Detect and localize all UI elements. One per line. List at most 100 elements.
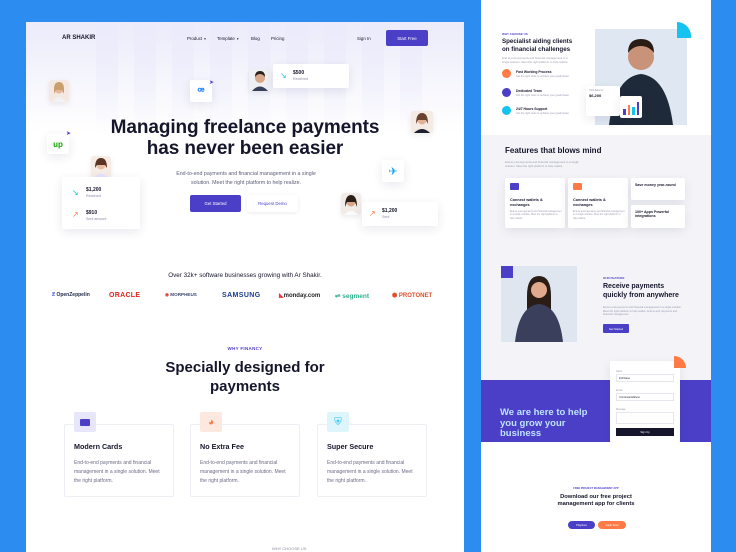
shield-icon: ⛨ — [327, 412, 349, 432]
sent-label: Sent amount — [86, 217, 107, 221]
balance-card: Total Balance $6,200 — [586, 86, 620, 116]
name-input[interactable]: Full Name — [616, 374, 674, 382]
sent-amount: $1,200 — [382, 208, 398, 214]
hero-title-line2: has never been easier — [146, 138, 344, 159]
hero-subtitle: End-to-end payments and financial manage… — [176, 171, 316, 186]
list-desc: Get the right tools to achieve your goal… — [516, 94, 570, 97]
received-card: ↘ $500 Received — [273, 64, 349, 88]
start-free-button[interactable]: Start Free — [386, 30, 428, 46]
received-amount: $500 — [293, 70, 305, 76]
decor-shape — [501, 266, 513, 278]
bg-stripe — [134, 22, 156, 132]
logo-monday: ◣monday.com — [279, 293, 321, 299]
request-demo-button[interactable]: Request Demo — [247, 195, 298, 212]
feature-desc: End-to-end payments and financial manage… — [327, 460, 413, 484]
name-label: Name — [616, 370, 623, 373]
arrow-down-icon: ↘ — [72, 188, 79, 197]
team-icon — [502, 88, 511, 97]
email-input[interactable]: Your Email Address — [616, 393, 674, 401]
section-title: Specially designed for payments — [26, 358, 464, 396]
logo-oracle: ORACLE — [109, 292, 141, 299]
feature-desc: End-to-end payments and financial manage… — [200, 460, 286, 484]
feature-title: Modern Cards — [74, 442, 123, 451]
feature-title: Super Secure — [327, 442, 374, 451]
feature-card-desc: End-to-end payments and financial manage… — [510, 210, 562, 220]
list-desc: Get the right tools to achieve your goal… — [516, 75, 570, 78]
email-label: Email — [616, 389, 622, 392]
received-label: Received — [293, 77, 308, 81]
bg-stripe — [96, 22, 118, 132]
arrow-up-icon: ↗ — [72, 210, 79, 219]
nav-template[interactable]: Template ▾ — [217, 36, 239, 41]
side-eyebrow: WHY CHOOSE US — [502, 32, 528, 36]
playstore-button[interactable]: Playstore — [568, 521, 595, 529]
sent-label: Sent — [382, 215, 390, 219]
hero-title-line1: Managing freelance payments — [110, 117, 380, 138]
arrow-up-icon: ↗ — [369, 209, 376, 218]
feature-card: ⛨ Super Secure End-to-end payments and f… — [317, 412, 427, 497]
receive-eyebrow: OUR FEATURE — [603, 276, 625, 280]
stat-text: 100+ Apps Powerful integrations — [635, 210, 670, 219]
brand-logo[interactable]: AR SHAKIR — [62, 35, 95, 41]
sign-up-button[interactable]: Sign Up — [616, 428, 674, 436]
landing-page: AR SHAKIR Product ▾ Template ▾ Blog Pricin… — [26, 22, 464, 552]
feature-title: No Extra Fee — [200, 442, 244, 451]
fast-icon — [502, 69, 511, 78]
arrow-down-icon: ↘ — [280, 71, 287, 80]
nav-pricing[interactable]: Pricing — [271, 36, 284, 41]
logo-samsung: SAMSUNG — [222, 292, 261, 299]
received-label: Received — [86, 194, 101, 198]
section-title-line1: Specially designed for — [165, 359, 325, 376]
logo-protonet-text: PROTONET — [398, 293, 433, 299]
logo-segment: ⇌ segment — [335, 293, 369, 300]
features-title: Features that blows mind — [505, 146, 602, 155]
logo-openzeppelin-text: OpenZeppelin — [56, 292, 90, 298]
logo-openzeppelin: Ƶ OpenZeppelin — [52, 292, 90, 298]
signup-form: Name Full Name Email Your Email Address … — [610, 361, 680, 443]
list-title: Fast Working Process — [516, 70, 552, 74]
card-icon — [74, 412, 96, 432]
receive-desc: End-to-end payments and financial manage… — [603, 306, 682, 317]
list-title: Dedicated Team — [516, 89, 542, 93]
logo-morpheus: ◉ MORPHEUS — [165, 292, 197, 297]
apple-store-button[interactable]: Apple Store — [598, 521, 626, 529]
stat-card: Save money year-round — [631, 178, 685, 200]
sign-in-link[interactable]: Sign In — [357, 36, 371, 41]
receive-title: Receive payments quickly from anywhere — [603, 283, 679, 299]
received-amount: $1,200 — [86, 187, 102, 193]
send-icon: ✈ — [382, 160, 404, 182]
stat-card: 100+ Apps Powerful integrations — [631, 205, 685, 228]
wallet-icon — [510, 183, 519, 190]
message-label: Message — [616, 408, 626, 411]
section-title-line2: payments — [209, 378, 281, 395]
support-icon — [502, 106, 511, 115]
list-title: 24/7 Hours Support — [516, 107, 548, 111]
next-section-eyebrow: WHY CHOOSE US — [272, 546, 307, 551]
section-eyebrow: WHY FINANCY — [227, 346, 263, 351]
avatar — [91, 156, 111, 178]
receive-button[interactable]: Get Started — [603, 324, 629, 333]
transactions-card: ↘ $1,200 Received ↗ $910 Sent amount — [62, 177, 140, 229]
feature-card-title: Connect wallets & exchanges — [510, 198, 543, 207]
get-started-button[interactable]: Get Started — [190, 195, 241, 212]
sent-card: ↗ $1,200 Sent — [362, 202, 438, 226]
nav-product-label: Product — [187, 36, 203, 41]
hero-title: Managing freelance payments has never be… — [26, 117, 464, 159]
feature-desc: End-to-end payments and financial manage… — [74, 460, 160, 484]
feature-card: Connect wallets & exchanges End-to-end p… — [505, 178, 565, 228]
nav-product[interactable]: Product ▾ — [187, 36, 206, 41]
nav-blog[interactable]: Blog — [251, 36, 260, 41]
trust-text: Over 32k+ software businesses growing wi… — [168, 272, 322, 279]
avatar — [341, 193, 361, 215]
message-input[interactable] — [616, 412, 674, 424]
list-desc: Get the right tools to achieve your goal… — [516, 112, 570, 115]
sent-amount: $910 — [86, 210, 98, 216]
logo-segment-text: segment — [342, 293, 369, 300]
mobile-preview: WHY CHOOSE US Specialist aiding clients … — [481, 0, 711, 552]
features-desc: End-to-end payments and financial manage… — [505, 160, 579, 168]
decor-shape — [674, 356, 686, 368]
wallet-icon — [573, 183, 582, 190]
balance-amount: $6,200 — [589, 93, 602, 98]
feature-card: Modern Cards End-to-end payments and fin… — [64, 412, 174, 497]
logo-monday-text: monday.com — [283, 293, 321, 299]
